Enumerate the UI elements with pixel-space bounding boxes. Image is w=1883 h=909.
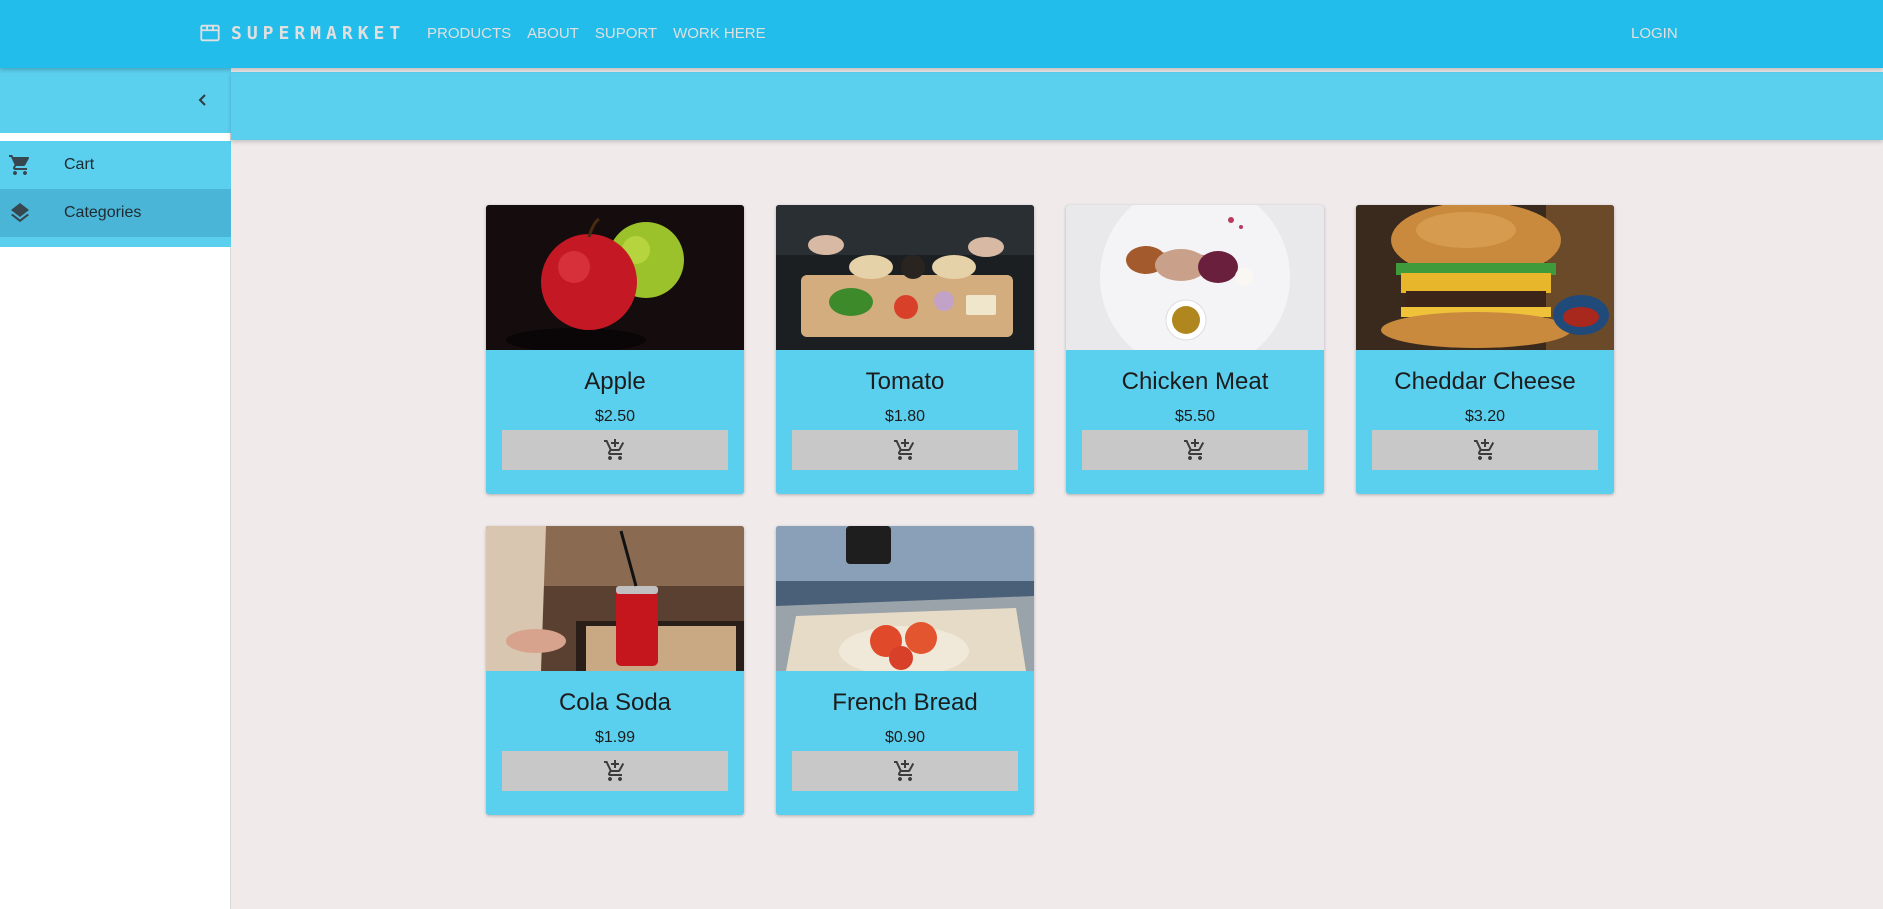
product-image bbox=[486, 205, 744, 350]
product-name: Cheddar Cheese bbox=[1394, 368, 1576, 395]
product-card: Apple $2.50 bbox=[486, 205, 744, 494]
add-to-cart-button[interactable] bbox=[792, 430, 1018, 470]
content-header bbox=[231, 72, 1883, 140]
sidebar-item-label: Categories bbox=[64, 204, 142, 221]
product-price: $1.99 bbox=[594, 729, 636, 746]
product-image bbox=[486, 526, 744, 671]
product-name: Tomato bbox=[865, 368, 945, 395]
store-icon bbox=[200, 24, 220, 42]
product-price: $5.50 bbox=[1174, 408, 1216, 425]
product-image bbox=[776, 526, 1034, 671]
brand[interactable]: SUPERMARKET bbox=[199, 22, 405, 44]
product-price: $2.50 bbox=[594, 408, 636, 425]
product-image bbox=[1356, 205, 1614, 350]
add-shopping-cart-icon bbox=[1474, 439, 1495, 460]
product-card: French Bread $0.90 bbox=[776, 526, 1034, 815]
product-name: Apple bbox=[584, 368, 646, 395]
product-name: Chicken Meat bbox=[1121, 368, 1269, 395]
app-bar: SUPERMARKET PRODUCTS ABOUT SUPORT WORK H… bbox=[0, 0, 1883, 68]
main-nav: PRODUCTS ABOUT SUPORT WORK HERE bbox=[427, 25, 782, 42]
nav-link-about[interactable]: ABOUT bbox=[527, 25, 579, 42]
nav-link-support[interactable]: SUPORT bbox=[595, 25, 657, 42]
add-to-cart-button[interactable] bbox=[792, 751, 1018, 791]
add-shopping-cart-icon bbox=[1184, 439, 1205, 460]
cart-icon bbox=[9, 155, 29, 175]
add-to-cart-button[interactable] bbox=[502, 751, 728, 791]
layers-icon bbox=[11, 203, 29, 223]
login-button[interactable]: LOGIN bbox=[1631, 25, 1678, 42]
product-image bbox=[776, 205, 1034, 350]
product-card: Cheddar Cheese $3.20 bbox=[1356, 205, 1614, 494]
product-name: Cola Soda bbox=[558, 689, 672, 716]
product-price: $3.20 bbox=[1464, 408, 1506, 425]
add-shopping-cart-icon bbox=[894, 760, 915, 781]
product-card: Chicken Meat $5.50 bbox=[1066, 205, 1324, 494]
nav-link-work-here[interactable]: WORK HERE bbox=[673, 25, 766, 42]
brand-name: SUPERMARKET bbox=[231, 22, 406, 44]
product-name: French Bread bbox=[832, 689, 978, 716]
product-price: $0.90 bbox=[884, 729, 926, 746]
add-to-cart-button[interactable] bbox=[502, 430, 728, 470]
sidebar-menu: Cart Categories bbox=[0, 141, 231, 247]
sidebar: Cart Categories bbox=[0, 68, 231, 909]
nav-link-products[interactable]: PRODUCTS bbox=[427, 25, 511, 42]
add-shopping-cart-icon bbox=[604, 760, 625, 781]
product-price: $1.80 bbox=[884, 408, 926, 425]
sidebar-header bbox=[0, 68, 231, 133]
add-shopping-cart-icon bbox=[604, 439, 625, 460]
add-to-cart-button[interactable] bbox=[1372, 430, 1598, 470]
product-image bbox=[1066, 205, 1324, 350]
product-card: Cola Soda $1.99 bbox=[486, 526, 744, 815]
add-to-cart-button[interactable] bbox=[1082, 430, 1308, 470]
sidebar-item-cart[interactable]: Cart bbox=[0, 141, 231, 189]
product-card: Tomato $1.80 bbox=[776, 205, 1034, 494]
sidebar-item-label: Cart bbox=[64, 156, 95, 173]
sidebar-item-categories[interactable]: Categories bbox=[0, 189, 231, 237]
add-shopping-cart-icon bbox=[894, 439, 915, 460]
chevron-left-icon[interactable] bbox=[195, 92, 211, 108]
